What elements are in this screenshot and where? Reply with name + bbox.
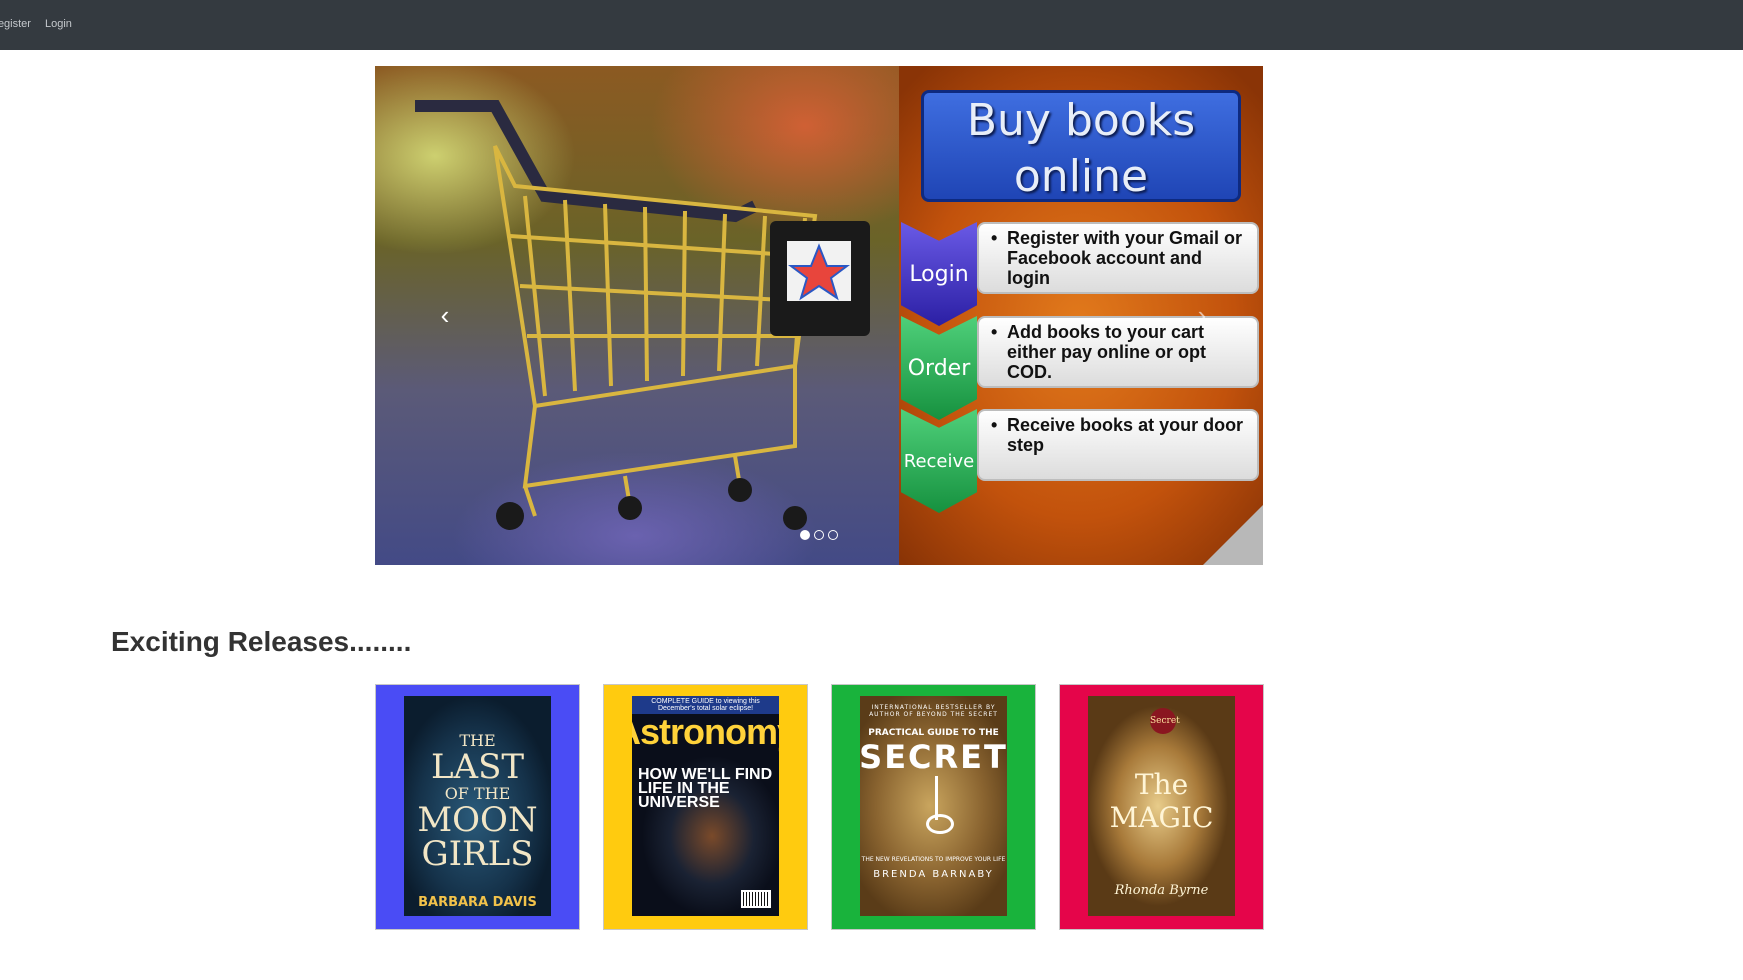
book-cover-astronomy[interactable]: COMPLETE GUIDE to viewing this December'… <box>632 696 779 916</box>
bullet-icon: • <box>991 415 998 435</box>
step-receive: Receive • Receive books at your door ste… <box>901 409 1261 513</box>
section-title: Exciting Releases........ <box>111 626 412 657</box>
step-order: Order • Add books to your cart either pa… <box>901 316 1261 420</box>
carousel-indicator-3[interactable] <box>828 530 838 540</box>
book-cover-secret[interactable]: INTERNATIONAL BESTSELLER BY AUTHOR OF BE… <box>860 696 1007 916</box>
book-card-moon-girls[interactable]: THE LAST OF THE MOON GIRLS BARBARA DAVIS <box>375 684 580 930</box>
cover-headline: HOW WE'LL FIND LIFE IN THE UNIVERSE <box>638 766 773 811</box>
nav-login-link[interactable]: Login <box>45 18 72 30</box>
cover-title: SECRET <box>860 738 1007 776</box>
carousel-prev-button[interactable]: ‹ <box>430 300 460 330</box>
book-cover-moon-girls[interactable]: THE LAST OF THE MOON GIRLS BARBARA DAVIS <box>404 696 551 916</box>
cover-title-main-2: MOON GIRLS <box>417 800 538 874</box>
login-step-text: Register with your Gmail or Facebook acc… <box>1007 228 1243 288</box>
carousel-indicator-1[interactable] <box>800 530 810 540</box>
buy-books-banner: Buy books online <box>921 90 1241 202</box>
book-card-secret[interactable]: INTERNATIONAL BESTSELLER BY AUTHOR OF BE… <box>831 684 1036 930</box>
book-cover-magic[interactable]: Secret The MAGIC Rhonda Byrne <box>1088 696 1235 916</box>
receive-step-text-box: • Receive books at your door step <box>977 409 1259 481</box>
cover-title-main-1: LAST <box>430 747 525 787</box>
order-step-badge: Order <box>901 316 977 420</box>
cover-author: Rhonda Byrne <box>1114 883 1209 898</box>
top-navbar: Register Login <box>0 0 1743 50</box>
nav-register-link[interactable]: Register <box>0 18 31 30</box>
book-card-magic[interactable]: Secret The MAGIC Rhonda Byrne <box>1059 684 1264 930</box>
banner-line-1: Buy books <box>966 95 1196 146</box>
page-curl-decoration <box>1203 505 1263 565</box>
login-step-badge: Login <box>901 222 977 326</box>
receive-step-badge: Receive <box>901 409 977 513</box>
cover-masthead: Astronomy <box>632 711 779 752</box>
cover-title: The MAGIC <box>1109 768 1214 834</box>
carousel-indicators <box>800 530 838 542</box>
secret-seal-icon: Secret <box>1150 708 1180 734</box>
bullet-icon: • <box>991 228 998 248</box>
carousel-next-button[interactable]: › <box>1187 300 1217 330</box>
carousel-indicator-2[interactable] <box>814 530 824 540</box>
barcode-icon <box>741 890 771 908</box>
cover-author: BRENDA BARNABY <box>873 869 994 880</box>
promo-carousel: Buy books online Login • Register with y… <box>375 66 1263 565</box>
banner-line-2: online <box>1013 151 1149 202</box>
cover-author: BARBARA DAVIS <box>418 895 537 910</box>
cover-tagline: INTERNATIONAL BESTSELLER BY AUTHOR OF BE… <box>869 704 998 718</box>
cover-subtitle: PRACTICAL GUIDE TO THE <box>868 728 999 738</box>
order-step-text: Add books to your cart either pay online… <box>1007 322 1207 382</box>
bullet-icon: • <box>991 322 998 342</box>
cover-caption: THE NEW REVELATIONS TO IMPROVE YOUR LIFE <box>861 856 1006 863</box>
book-card-astronomy[interactable]: COMPLETE GUIDE to viewing this December'… <box>603 684 808 930</box>
receive-step-text: Receive books at your door step <box>1007 415 1244 455</box>
key-icon <box>925 776 954 834</box>
login-step-text-box: • Register with your Gmail or Facebook a… <box>977 222 1259 294</box>
